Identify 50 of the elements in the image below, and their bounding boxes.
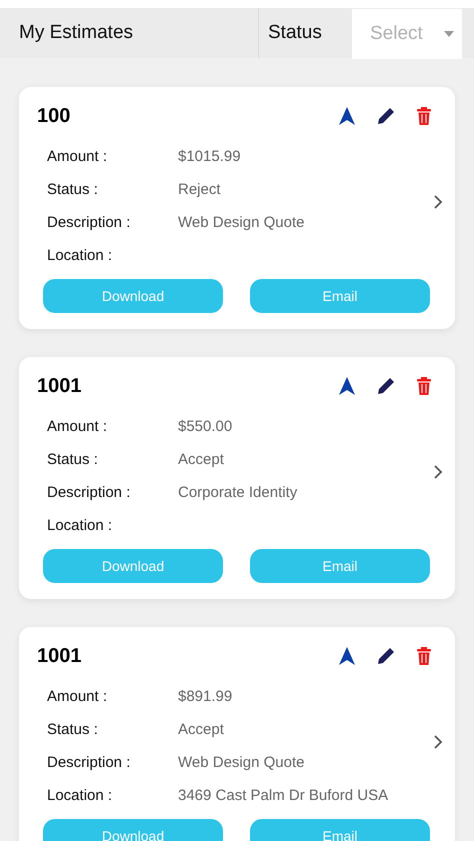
- email-button[interactable]: Email: [250, 279, 430, 313]
- field-label: Location :: [47, 786, 114, 806]
- field-value: Reject: [178, 180, 221, 200]
- field-value: 3469 Cast Palm Dr Buford USA: [178, 786, 388, 806]
- navigation-arrow-icon[interactable]: [339, 647, 355, 665]
- field-label: Status :: [47, 180, 99, 200]
- field-label: Description :: [47, 213, 132, 234]
- download-button[interactable]: Download: [43, 819, 223, 841]
- chevron-right-icon[interactable]: [433, 734, 443, 750]
- field-value: Accept: [178, 450, 224, 470]
- field-value: Web Design Quote: [178, 753, 304, 774]
- field-label: Amount :: [47, 147, 108, 168]
- field-value: Corporate Identity: [178, 483, 298, 504]
- field-label: Location :: [47, 516, 114, 536]
- field-label: Location :: [47, 246, 114, 266]
- delete-icon[interactable]: [417, 107, 431, 125]
- field-value: Accept: [178, 720, 224, 740]
- email-button[interactable]: Email: [250, 819, 430, 841]
- navigation-arrow-icon[interactable]: [339, 377, 355, 395]
- field-label: Status :: [47, 720, 99, 740]
- email-button[interactable]: Email: [250, 549, 430, 583]
- field-value: $891.99: [178, 687, 232, 708]
- field-label: Amount :: [47, 687, 108, 708]
- delete-icon[interactable]: [417, 377, 431, 395]
- edit-icon[interactable]: [377, 377, 395, 395]
- chevron-right-icon[interactable]: [433, 464, 443, 480]
- field-label: Description :: [47, 483, 132, 504]
- field-label: Status :: [47, 450, 99, 470]
- status-select[interactable]: Select: [352, 9, 462, 59]
- estimate-card[interactable]: 1001 Amount : $550.00 Status : Accept Description : Corporate Identity Location : Download Email: [19, 357, 455, 599]
- field-value: Web Design Quote: [178, 213, 304, 234]
- download-button[interactable]: Download: [43, 279, 223, 313]
- dropdown-caret-icon: [444, 31, 454, 37]
- status-label: Status: [267, 20, 323, 45]
- edit-icon[interactable]: [377, 647, 395, 665]
- page-title: My Estimates: [18, 20, 134, 45]
- field-value: $1015.99: [178, 147, 241, 168]
- estimate-card[interactable]: 1001 Amount : $891.99 Status : Accept Description : Web Design Quote Location : 3469 Cast Palm Dr Buford USA Download Email: [19, 627, 455, 841]
- chevron-right-icon[interactable]: [433, 194, 443, 210]
- edit-icon[interactable]: [377, 107, 395, 125]
- field-label: Description :: [47, 753, 132, 774]
- delete-icon[interactable]: [417, 647, 431, 665]
- estimate-number: 1001: [37, 374, 82, 399]
- download-button[interactable]: Download: [43, 549, 223, 583]
- field-label: Amount :: [47, 417, 108, 438]
- estimate-number: 1001: [37, 644, 82, 669]
- estimate-number: 100: [37, 104, 70, 129]
- navigation-arrow-icon[interactable]: [339, 107, 355, 125]
- field-value: $550.00: [178, 417, 232, 438]
- estimate-card[interactable]: 100 Amount : $1015.99 Status : Reject Description : Web Design Quote Location : Download Email: [19, 87, 455, 329]
